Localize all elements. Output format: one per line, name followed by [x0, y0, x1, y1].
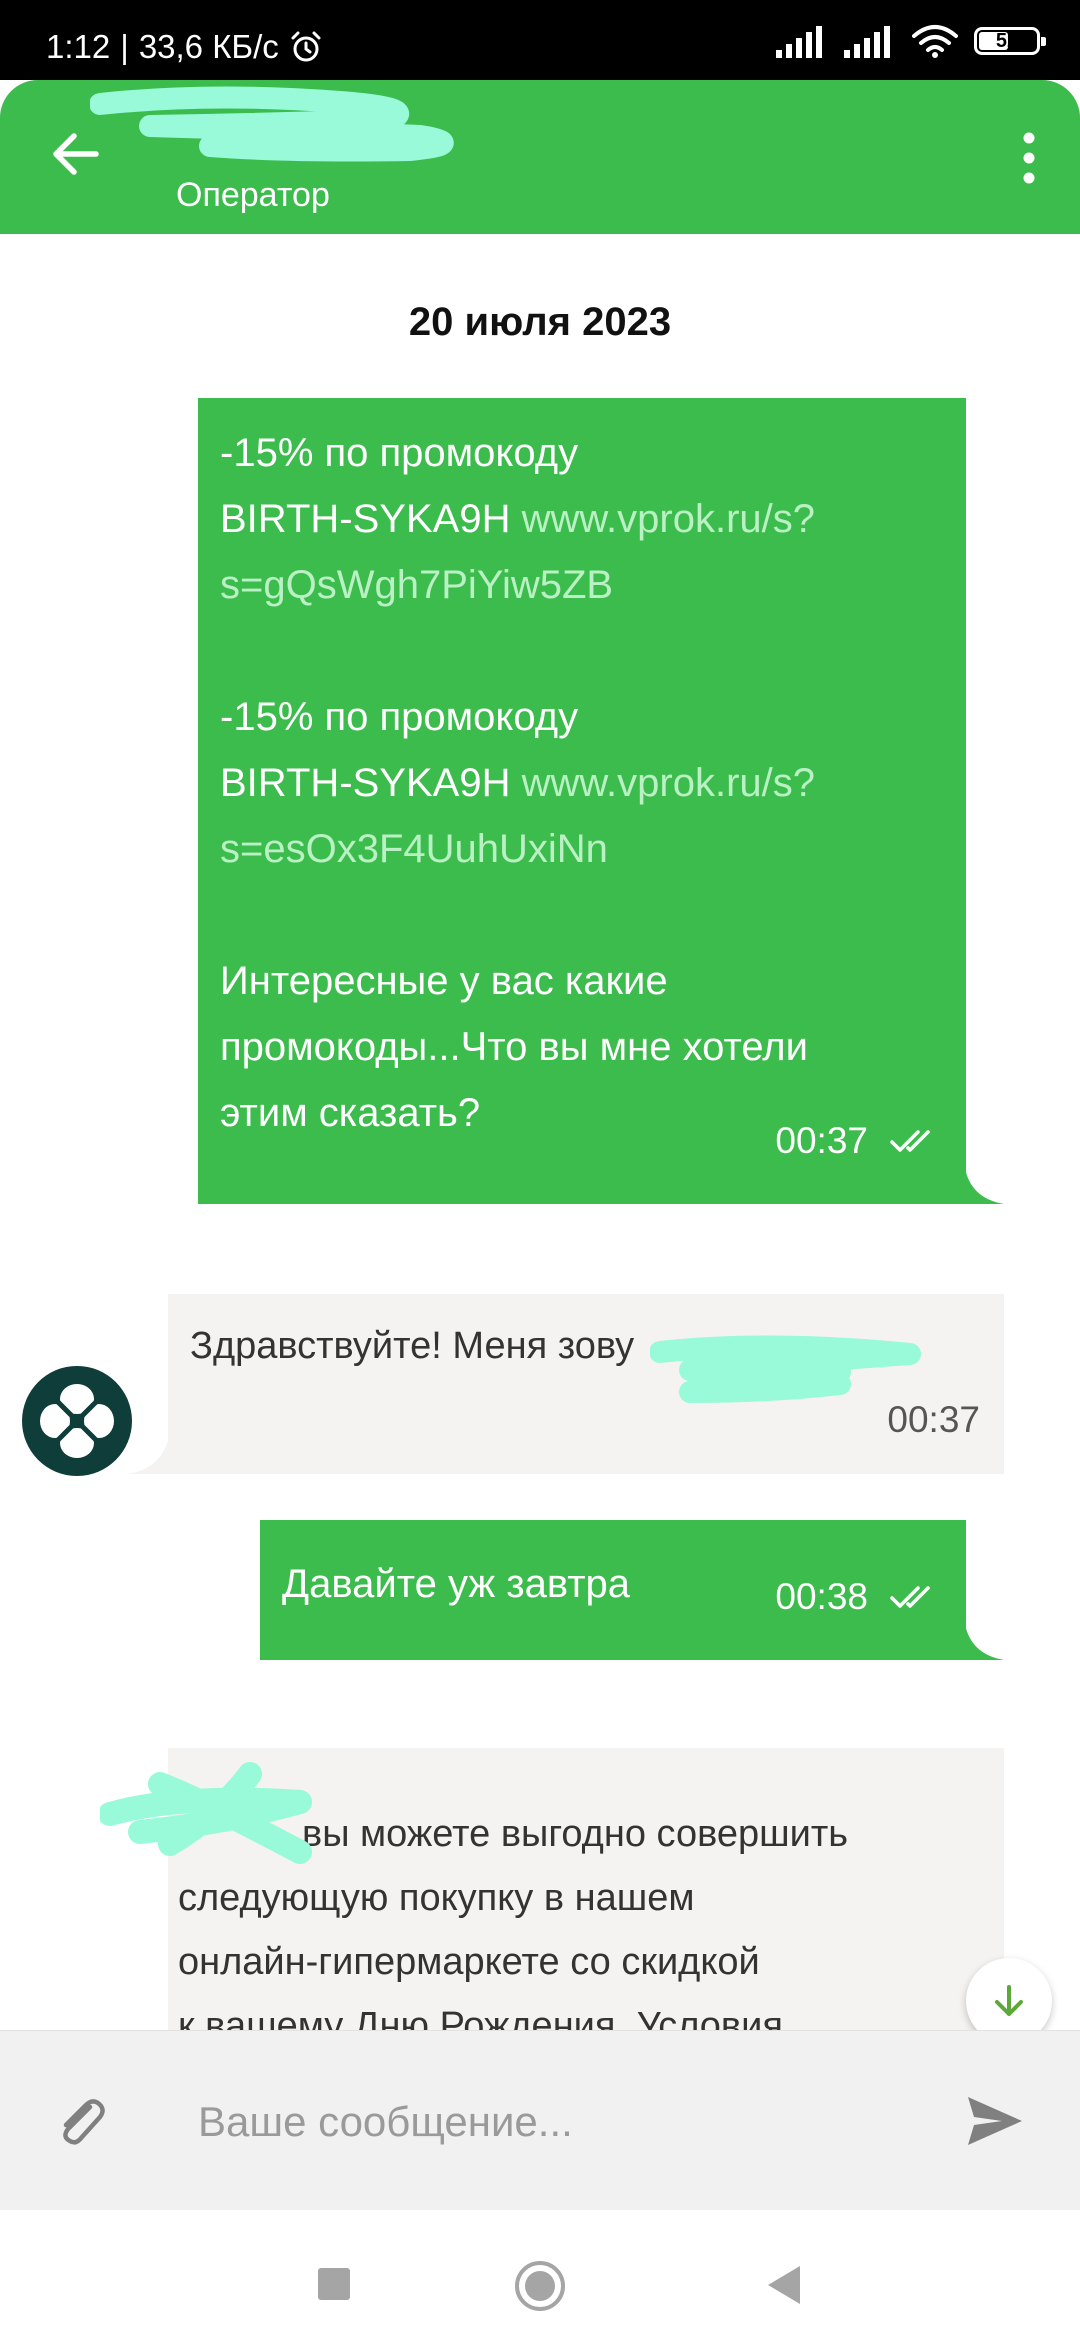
status-bar: 1:12 | 33,6 КБ/с 52	[0, 0, 1080, 80]
battery-level: 52	[995, 29, 1019, 52]
message-input-bar	[0, 2030, 1080, 2211]
arrow-down-icon	[995, 1985, 1023, 2016]
battery-icon: 52	[974, 27, 1046, 55]
message-line: следующую покупку в нашем	[178, 1877, 695, 1919]
outgoing-message[interactable]: Давайте уж завтра 00:38	[260, 1520, 1004, 1660]
outgoing-message[interactable]: -15% по промокоду BIRTH-SYKA9H www.vprok…	[198, 398, 1004, 1204]
scroll-down-button[interactable]	[966, 1958, 1052, 2030]
redacted-greeting-scribble	[100, 1762, 312, 1864]
message-text: Давайте уж завтра	[282, 1562, 631, 1606]
send-icon[interactable]	[962, 2089, 1026, 2153]
bubble-tail	[964, 1162, 1004, 1204]
signal-icon-2	[844, 26, 890, 58]
operator-avatar[interactable]	[20, 1364, 134, 1478]
recents-button[interactable]	[318, 2268, 350, 2300]
promo-link-cont[interactable]: s=gQsWgh7PiYiw5ZB	[220, 552, 942, 618]
message-input[interactable]	[196, 2083, 940, 2161]
promo-line: -15% по промокоду	[220, 695, 579, 739]
status-speed: 33,6 КБ/с	[138, 28, 279, 65]
status-right: 52	[776, 24, 1046, 58]
promo-paragraph: -15% по промокоду BIRTH-SYKA9H www.vprok…	[220, 684, 942, 882]
bubble-tail	[964, 1618, 1004, 1660]
status-time: 1:12	[46, 28, 111, 65]
promo-link[interactable]: www.vprok.ru/s?	[522, 497, 815, 541]
redacted-title-scribble	[90, 86, 454, 162]
nav-back-button[interactable]	[764, 2264, 804, 2306]
status-separator: |	[120, 28, 129, 65]
promo-code-line: BIRTH-SYKA9H www.vprok.ru/s?	[220, 750, 942, 816]
promo-code-line: BIRTH-SYKA9H www.vprok.ru/s?	[220, 486, 942, 552]
chat-subtitle: Оператор	[176, 176, 330, 214]
message-meta: 00:37	[775, 1108, 940, 1174]
home-button[interactable]	[514, 2260, 566, 2312]
closing-line: Интересные у вас какие	[220, 959, 668, 1003]
promo-code: BIRTH-SYKA9H	[220, 761, 511, 805]
double-check-icon	[890, 1586, 930, 1608]
redacted-name-scribble	[650, 1335, 921, 1403]
promo-line: -15% по промокоду	[220, 431, 579, 475]
message-time: 00:38	[775, 1576, 868, 1617]
alarm-icon	[291, 31, 321, 62]
status-left: 1:12 | 33,6 КБ/с	[46, 28, 323, 66]
message-line: к вашему Дню Рождения. Условия	[178, 2005, 783, 2030]
promo-paragraph: -15% по промокоду BIRTH-SYKA9H www.vprok…	[220, 420, 942, 618]
promo-link[interactable]: www.vprok.ru/s?	[522, 761, 815, 805]
message-meta: 00:38	[775, 1564, 940, 1630]
chat-header: Оператор	[0, 80, 1080, 234]
more-vertical-icon[interactable]	[1014, 130, 1044, 186]
date-divider: 20 июля 2023	[408, 300, 672, 344]
bubble-tail	[128, 1432, 170, 1474]
message-time: 00:37	[775, 1120, 868, 1161]
promo-link-cont[interactable]: s=esOx3F4UuhUxiNn	[220, 816, 942, 882]
paperclip-icon[interactable]	[50, 2091, 110, 2151]
chat-area[interactable]: 20 июля 2023 -15% по промокоду BIRTH-SYK…	[0, 234, 1080, 2030]
wifi-icon	[912, 25, 958, 58]
closing-line: промокоды...Что вы мне хотели	[220, 1025, 808, 1069]
message-text: -15% по промокоду BIRTH-SYKA9H www.vprok…	[220, 420, 942, 1146]
promo-code: BIRTH-SYKA9H	[220, 497, 511, 541]
message-line: онлайн-гипермаркете со скидкой	[178, 1941, 760, 1983]
system-nav-bar	[0, 2210, 1080, 2340]
signal-icon	[776, 26, 822, 58]
double-check-icon	[890, 1130, 930, 1152]
